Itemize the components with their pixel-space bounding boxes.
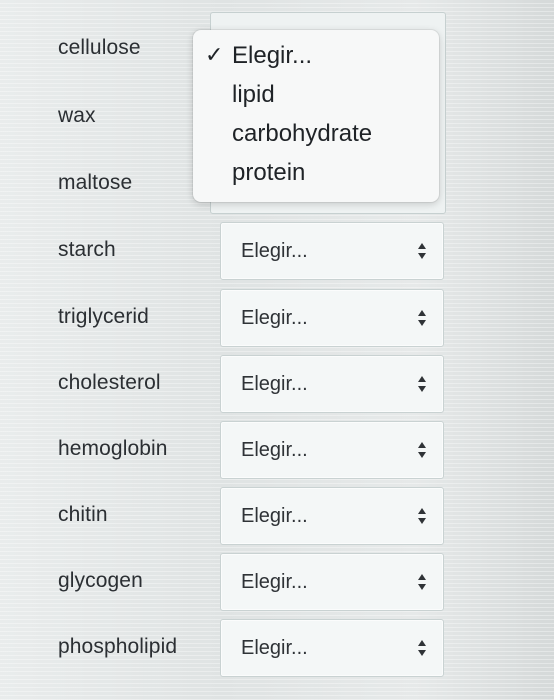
select-value: Elegir...: [241, 571, 308, 593]
dropdown-option-lipid[interactable]: lipid: [232, 81, 275, 109]
row-label-wax: wax: [58, 104, 96, 127]
quiz-matching-panel: cellulose wax maltose starch triglycerid…: [0, 0, 554, 700]
select-value: Elegir...: [241, 637, 308, 659]
row-label-cholesterol: cholesterol: [58, 371, 161, 394]
select-value: Elegir...: [241, 307, 308, 329]
select-value: Elegir...: [241, 439, 308, 461]
up-down-chevron-icon: [417, 572, 427, 592]
dropdown-option-elegir[interactable]: Elegir...: [232, 42, 312, 70]
up-down-chevron-icon: [417, 506, 427, 526]
select-value: Elegir...: [241, 505, 308, 527]
dropdown-option-carbohydrate[interactable]: carbohydrate: [232, 120, 372, 148]
checkmark-icon: ✓: [205, 42, 224, 67]
row-label-cellulose: cellulose: [58, 36, 141, 59]
dropdown-option-protein[interactable]: protein: [232, 159, 305, 187]
select-glycogen[interactable]: Elegir...: [220, 553, 444, 611]
up-down-chevron-icon: [417, 440, 427, 460]
up-down-chevron-icon: [417, 241, 427, 261]
dropdown-menu: ✓ Elegir... lipid carbohydrate protein: [193, 30, 439, 202]
row-label-phospholipid: phospholipid: [58, 635, 178, 658]
row-label-maltose: maltose: [58, 171, 133, 194]
select-value: Elegir...: [241, 373, 308, 395]
select-starch[interactable]: Elegir...: [220, 222, 444, 280]
select-chitin[interactable]: Elegir...: [220, 487, 444, 545]
row-label-chitin: chitin: [58, 503, 108, 526]
up-down-chevron-icon: [417, 308, 427, 328]
select-cholesterol[interactable]: Elegir...: [220, 355, 444, 413]
up-down-chevron-icon: [417, 374, 427, 394]
select-value: Elegir...: [241, 240, 308, 262]
row-label-hemoglobin: hemoglobin: [58, 437, 168, 460]
row-label-glycogen: glycogen: [58, 569, 143, 592]
select-phospholipid[interactable]: Elegir...: [220, 619, 444, 677]
select-hemoglobin[interactable]: Elegir...: [220, 421, 444, 479]
row-label-triglycerid: triglycerid: [58, 305, 149, 328]
select-triglycerid[interactable]: Elegir...: [220, 289, 444, 347]
row-label-starch: starch: [58, 238, 116, 261]
up-down-chevron-icon: [417, 638, 427, 658]
